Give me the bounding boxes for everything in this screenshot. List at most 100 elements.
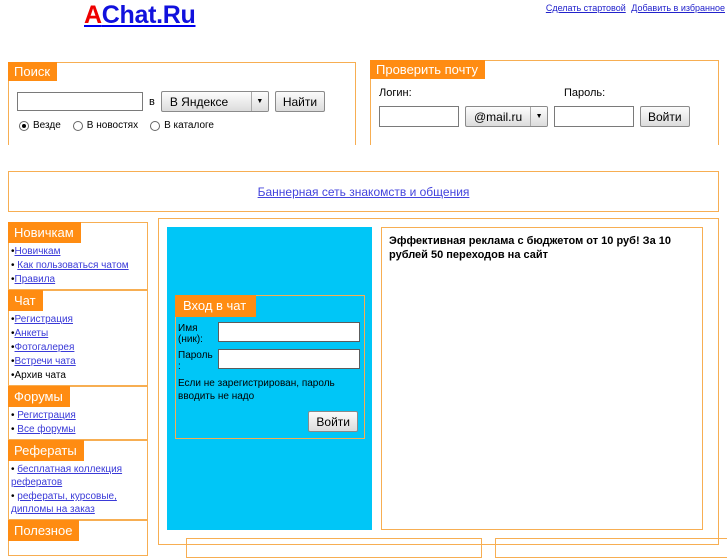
bottom-left-panel (186, 538, 482, 558)
sidebar-item-forum-registration-label[interactable]: Регистрация (17, 410, 75, 421)
mail-panel: Проверить почту Логин: Пароль: @mail.ru … (370, 60, 719, 145)
search-in-label: в (149, 95, 155, 108)
chat-password-field: Пароль : (178, 349, 364, 372)
search-scope-catalog[interactable]: В каталоге (150, 120, 214, 131)
search-scope-everywhere-label: Везде (33, 120, 61, 131)
chat-name-input[interactable] (218, 322, 360, 342)
sidebar-item-free-essays-label[interactable]: бесплатная коллекция рефератов (11, 464, 122, 488)
chevron-down-icon: ▼ (250, 92, 268, 111)
mail-domain-select[interactable]: @mail.ru ▼ (465, 106, 548, 127)
sidebar-block-useful-header: Полезное (8, 520, 147, 542)
sidebar-item-profiles-label[interactable]: Анкеты (15, 328, 49, 339)
sidebar: Новичкам •Новичкам • Как пользоваться ча… (8, 222, 148, 556)
sidebar-item-chat-archive-label: Архив чата (14, 370, 66, 381)
search-panel-tab: Поиск (8, 62, 58, 81)
sidebar-block-forums-header: Форумы (8, 386, 147, 408)
sidebar-item-how-to-use-chat-label[interactable]: Как пользоваться чатом (17, 260, 128, 271)
sidebar-item-chat-archive: •Архив чата (10, 369, 147, 383)
sidebar-item-all-forums[interactable]: • Все форумы (10, 423, 147, 437)
mail-login-input[interactable] (379, 106, 459, 127)
top-links: Сделать стартовой Добавить в избранное (543, 3, 725, 13)
chat-password-input[interactable] (218, 349, 360, 369)
mail-field-labels: Логин: Пароль: (379, 87, 726, 99)
sidebar-block-chat-title: Чат (8, 290, 43, 311)
sidebar-item-chat-meetings[interactable]: •Встречи чата (10, 355, 147, 369)
radio-icon[interactable] (150, 120, 161, 131)
add-to-favorites-link[interactable]: Добавить в избранное (631, 3, 725, 13)
site-logo[interactable]: AChat.Ru (84, 1, 196, 30)
sidebar-block-essays-list: • бесплатная коллекция рефератов • рефер… (9, 462, 147, 519)
sidebar-item-all-forums-label[interactable]: Все форумы (17, 424, 75, 435)
bottom-right-panel (495, 538, 727, 558)
search-scope-group: Везде В новостях В каталоге (19, 120, 226, 131)
chat-login-tab: Вход в чат (175, 295, 257, 317)
sidebar-item-custom-essays-label[interactable]: рефераты, курсовые, дипломы на заказ (11, 491, 117, 515)
sidebar-item-registration-label[interactable]: Регистрация (15, 314, 73, 325)
logo-rest: Chat.Ru (101, 1, 196, 29)
mail-password-input[interactable] (554, 106, 634, 127)
sidebar-block-forums: Форумы • Регистрация • Все форумы (8, 386, 148, 440)
sidebar-item-registration[interactable]: •Регистрация (10, 313, 147, 327)
sidebar-item-newcomers-label[interactable]: Новичкам (15, 246, 61, 257)
sidebar-block-essays: Рефераты • бесплатная коллекция реферато… (8, 440, 148, 520)
logo-letter-a: A (84, 1, 102, 29)
sidebar-block-newcomers-title: Новичкам (8, 222, 81, 243)
sidebar-item-custom-essays[interactable]: • рефераты, курсовые, дипломы на заказ (10, 490, 147, 517)
sidebar-block-forums-list: • Регистрация • Все форумы (9, 408, 147, 439)
sidebar-block-useful-list (9, 542, 147, 555)
chat-login-note: Если не зарегистрирован, пароль вводить … (178, 378, 335, 402)
sidebar-item-photogallery-label[interactable]: Фотогалерея (15, 342, 75, 353)
sidebar-block-chat-header: Чат (8, 290, 147, 312)
banner-box: Баннерная сеть знакомств и общения (8, 171, 719, 212)
chat-login-header: Вход в чат (175, 295, 364, 318)
chat-login-panel: Вход в чат Имя (ник): Пароль : Если не з… (167, 227, 372, 530)
chat-login-actions: Войти (176, 411, 358, 432)
chat-name-label: Имя (ник): (178, 323, 203, 345)
chevron-down-icon: ▼ (530, 107, 547, 126)
advertisement-box[interactable]: Эффективная реклама с бюджетом от 10 руб… (381, 227, 703, 530)
search-scope-catalog-label: В каталоге (164, 120, 214, 131)
search-scope-news-label: В новостях (86, 120, 139, 131)
radio-icon[interactable] (19, 120, 29, 131)
mail-login-label: Логин: (379, 87, 412, 99)
sidebar-block-essays-header: Рефераты (8, 440, 147, 462)
mail-row: @mail.ru ▼ Войти (379, 106, 690, 127)
sidebar-item-forum-registration[interactable]: • Регистрация (10, 409, 147, 423)
sidebar-item-newcomers[interactable]: •Новичкам (10, 245, 147, 259)
sidebar-item-photogallery[interactable]: •Фотогалерея (10, 341, 147, 355)
banner-link[interactable]: Баннерная сеть знакомств и общения (258, 185, 470, 199)
advertisement-text: Эффективная реклама с бюджетом от 10 руб… (389, 235, 671, 261)
mail-domain-value: @mail.ru (474, 109, 523, 124)
sidebar-item-chat-meetings-label[interactable]: Встречи чата (15, 356, 76, 367)
sidebar-block-newcomers-list: •Новичкам • Как пользоваться чатом •Прав… (9, 244, 147, 289)
search-input[interactable] (17, 92, 143, 111)
chat-login-form: Вход в чат Имя (ник): Пароль : Если не з… (175, 295, 365, 439)
sidebar-block-useful: Полезное (8, 520, 148, 556)
search-submit-button[interactable]: Найти (274, 91, 326, 112)
mail-panel-tab: Проверить почту (370, 60, 485, 79)
search-scope-news[interactable]: В новостях (72, 120, 139, 131)
sidebar-item-profiles[interactable]: •Анкеты (10, 327, 147, 341)
mail-submit-button[interactable]: Войти (640, 106, 690, 127)
chat-name-field: Имя (ник): (178, 322, 364, 345)
sidebar-block-newcomers: Новичкам •Новичкам • Как пользоваться ча… (8, 222, 148, 290)
mail-password-label: Пароль: (564, 87, 606, 99)
sidebar-item-rules-label[interactable]: Правила (15, 274, 56, 285)
sidebar-block-chat-list: •Регистрация •Анкеты •Фотогалерея •Встре… (9, 312, 147, 385)
search-scope-everywhere[interactable]: Везде (19, 120, 61, 131)
sidebar-item-rules[interactable]: •Правила (10, 273, 147, 287)
sidebar-block-useful-title: Полезное (8, 520, 80, 541)
sidebar-item-how-to-use-chat[interactable]: • Как пользоваться чатом (10, 259, 147, 273)
search-row: в В Яндексе ▼ Найти (17, 91, 326, 112)
search-panel: Поиск в В Яндексе ▼ Найти Везде В новост… (8, 62, 356, 145)
sidebar-block-essays-title: Рефераты (8, 440, 84, 461)
sidebar-block-forums-title: Форумы (8, 386, 70, 407)
radio-icon[interactable] (72, 120, 83, 131)
page-header: AChat.Ru Сделать стартовой Добавить в из… (0, 0, 727, 36)
chat-login-submit-button[interactable]: Войти (308, 411, 358, 432)
make-homepage-link[interactable]: Сделать стартовой (546, 3, 626, 13)
sidebar-block-newcomers-header: Новичкам (8, 222, 147, 244)
search-engine-select[interactable]: В Яндексе ▼ (160, 91, 269, 112)
sidebar-item-free-essays[interactable]: • бесплатная коллекция рефератов (10, 463, 147, 490)
main-content: Вход в чат Имя (ник): Пароль : Если не з… (158, 218, 719, 545)
